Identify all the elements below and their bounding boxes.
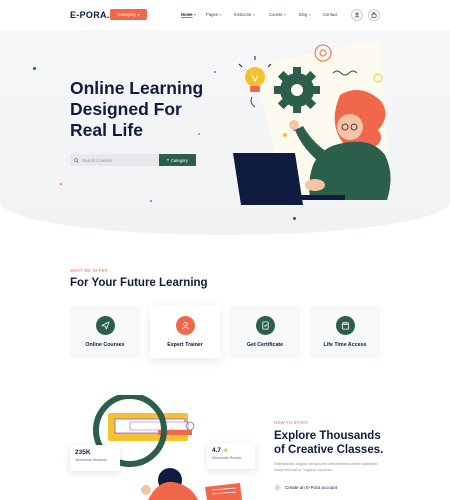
category-button-label: Category [117, 12, 136, 17]
cart-button[interactable] [368, 9, 380, 21]
nav-item-label: Course [269, 12, 283, 17]
decor-dot [293, 217, 296, 220]
account-button[interactable] [351, 9, 363, 21]
feature-card-life-time-access[interactable]: Life Time Access [310, 306, 380, 358]
nav-item-label: Pages [206, 12, 218, 17]
card-icon-wrap [95, 316, 115, 335]
user-icon [181, 321, 189, 330]
gear-icon [274, 67, 320, 113]
explore-description: Dramatically supply transparent delivera… [274, 462, 378, 472]
checklist-item: ✓ Create an E-Pora account [274, 484, 337, 491]
course-search: Search Courses ▾ Category [70, 154, 196, 166]
feature-card-get-certificate[interactable]: Get Certificate [230, 306, 300, 358]
feature-card-expert-trainer[interactable]: Expert Trainer [150, 306, 220, 358]
nav-item-label: Home [181, 12, 193, 17]
decor-dot [198, 133, 200, 135]
search-category-label: Category [170, 157, 188, 163]
offer-title: For Your Future Learning [70, 277, 208, 289]
stat-label: Worldwide Review [212, 456, 242, 460]
chevron-down-icon: ▾ [194, 12, 196, 17]
stat-value: 235K [75, 449, 91, 456]
card-label: Expert Trainer [167, 342, 203, 348]
check-icon: ✓ [274, 484, 281, 491]
hero-title: Online Learning Designed For Real Life [70, 78, 204, 140]
category-button[interactable]: Category ▾ [110, 9, 147, 20]
chevron-down-icon: ▾ [308, 12, 311, 17]
nav-item-blog[interactable]: Blog ▾ [299, 12, 323, 17]
checklist-item-label: Create an E-Pora account [285, 485, 338, 490]
chevron-down-icon: ▾ [167, 158, 169, 162]
decor-dot [33, 67, 36, 70]
certificate-icon [261, 321, 269, 330]
site-header: E-PORA. Category ▾ Home ▾ Pages ▾ Instru… [0, 0, 450, 30]
decor-dot [150, 200, 152, 202]
bag-icon [371, 12, 377, 18]
chevron-down-icon: ▾ [137, 12, 140, 17]
search-placeholder: Search Courses [82, 157, 113, 163]
card-icon-wrap [175, 316, 195, 335]
card-label: Life Time Access [323, 342, 367, 348]
card-label: Online Courses [85, 342, 125, 348]
nav-item-label: Instructor [234, 12, 252, 17]
chevron-down-icon: ▾ [252, 12, 255, 17]
stat-students: 235K Worldwide Students [70, 445, 120, 471]
stat-label: Worldwide Students [75, 458, 107, 462]
card-icon-wrap [335, 316, 355, 335]
stat-value: 4.7 [212, 447, 222, 454]
nav-item-instructor[interactable]: Instructor ▾ [234, 12, 269, 17]
card-label: Get Certificate [246, 342, 284, 348]
user-icon [354, 12, 360, 18]
nav-item-home[interactable]: Home ▾ [181, 12, 206, 17]
nav-item-pages[interactable]: Pages ▾ [206, 12, 234, 17]
explore-title: Explore Thousands of Creative Classes. [274, 430, 384, 456]
nav-item-label: Blog [299, 12, 308, 17]
nav-item-label: Contact [323, 12, 338, 17]
calendar-icon [341, 321, 349, 330]
chevron-down-icon: ▾ [284, 12, 286, 17]
hero-illustration [233, 40, 391, 205]
explore-kicker: HOW TO START [274, 420, 308, 425]
feature-cards: Online Courses Expert Trainer Get Certif… [70, 306, 380, 358]
nav-item-course[interactable]: Course ▾ [269, 12, 299, 17]
send-icon [100, 321, 110, 330]
star-icon: ★ [223, 448, 229, 454]
offer-kicker: WHAT WE OFFER [70, 268, 108, 273]
stat-value-row: 4.7 ★ [212, 447, 250, 454]
search-icon [74, 157, 79, 163]
main-nav: Home ▾ Pages ▾ Instructor ▾ Course ▾ Blo… [181, 12, 345, 17]
card-icon-wrap [255, 316, 275, 335]
chevron-down-icon: ▾ [219, 12, 222, 17]
stat-review: 4.7 ★ Worldwide Review [207, 443, 255, 469]
nav-item-contact[interactable]: Contact [323, 12, 345, 17]
logo[interactable]: E-PORA. [70, 10, 110, 20]
search-input[interactable]: Search Courses [70, 154, 159, 166]
search-category-button[interactable]: ▾ Category [159, 154, 196, 166]
feature-card-online-courses[interactable]: Online Courses [70, 306, 140, 358]
decor-dot [60, 183, 62, 185]
